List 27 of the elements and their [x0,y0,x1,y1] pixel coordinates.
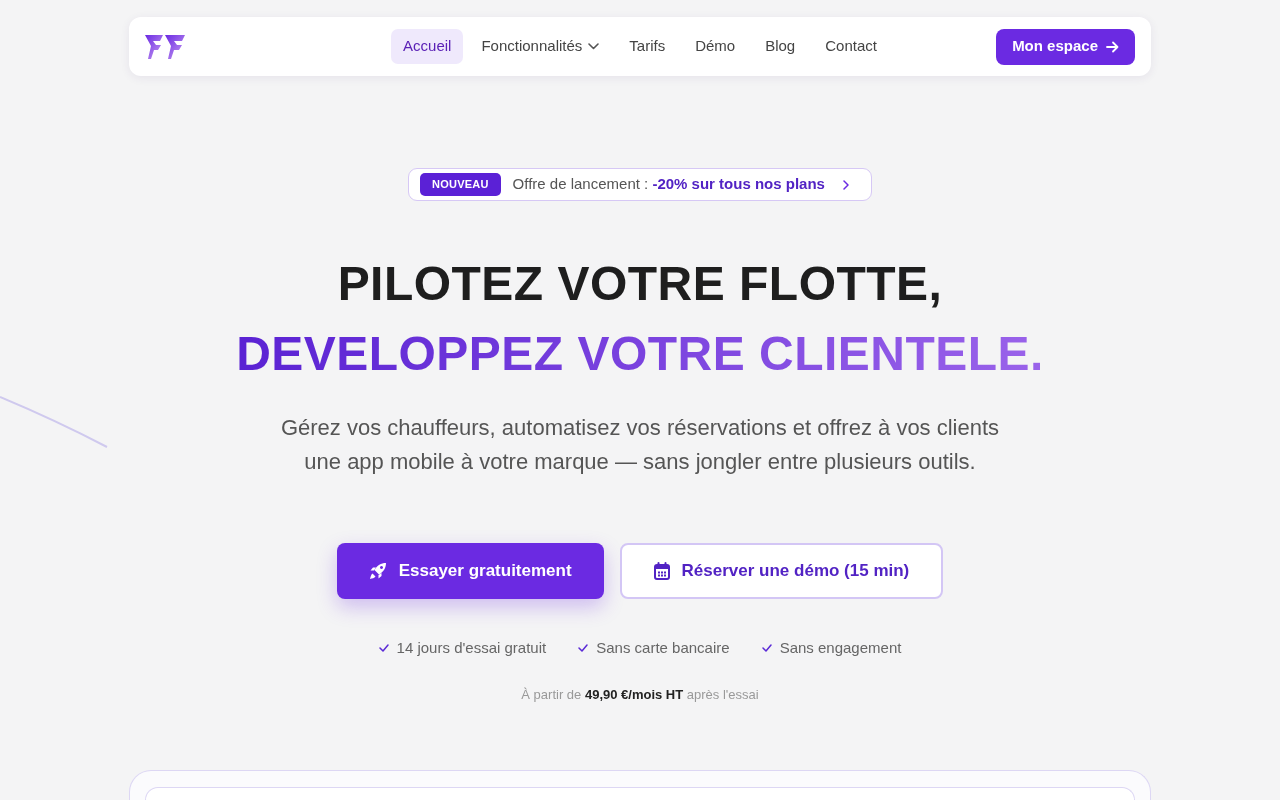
hero-subtitle: Gérez vos chauffeurs, automatisez vos réservations et offrez à vos clients une app mobile à votre marque — sans jongler entre plusieurs outils. [279,414,1001,476]
free-trial-button[interactable]: Essayer gratuitement [336,543,604,599]
nav-link[interactable]: Tarifs [617,29,678,64]
new-badge: NOUVEAU [420,173,501,196]
check-icon [578,644,589,652]
nav-link[interactable]: Fonctionnalités [469,29,612,64]
rocket-icon [368,562,387,580]
announcement-text: Offre de lancement : -20% sur tous nos plans [512,174,825,195]
account-button[interactable]: Mon espace [996,28,1135,65]
perk-text: Sans carte bancaire [596,638,730,658]
perk-text: 14 jours d'essai gratuit [396,638,547,658]
calendar-icon [653,562,670,580]
hero-title: PILOTEZ VOTRE FLOTTE, [337,256,943,312]
arrow-right-icon [1106,40,1119,53]
chevron-down-icon [588,43,600,50]
nav-link[interactable]: Blog [753,29,808,64]
nav-link[interactable]: Contact [813,29,889,64]
pricing-note: À partir de 49,90 €/mois HT après l'essai [521,686,759,704]
check-icon [761,644,772,652]
book-demo-button[interactable]: Réserver une démo (15 min) [619,543,944,599]
chevron-right-icon [842,179,849,190]
check-icon [378,644,389,652]
announcement-banner[interactable]: NOUVEAU Offre de lancement : -20% sur tous nos plans [408,168,872,201]
perk-text: Sans engagement [779,638,902,658]
nav-link[interactable]: Démo [683,29,748,64]
nav-link[interactable]: Accueil [391,29,464,64]
wings-logo[interactable] [145,33,185,60]
